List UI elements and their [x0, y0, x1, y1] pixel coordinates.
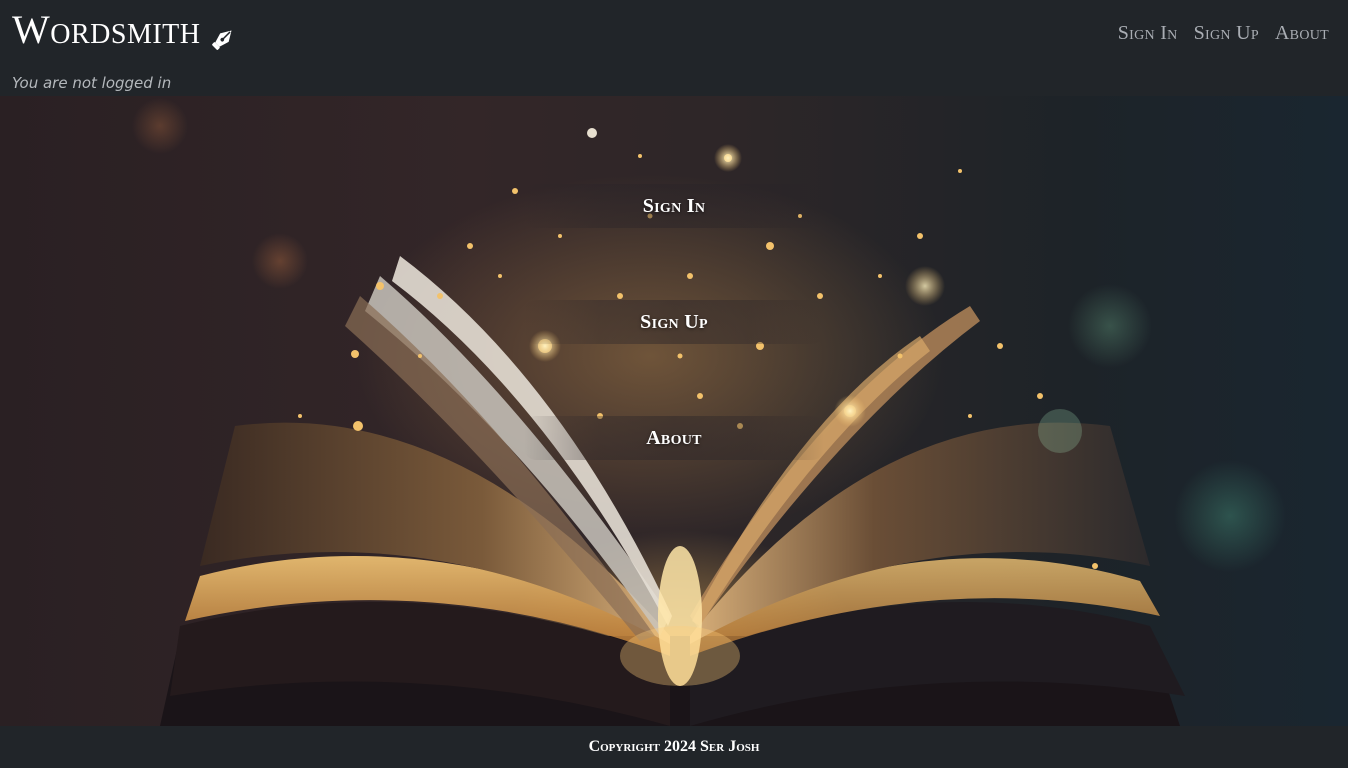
- nav-sign-up-link[interactable]: Sign Up: [1194, 22, 1259, 45]
- hero-sign-in-button[interactable]: Sign In: [524, 184, 824, 228]
- hero-about-button[interactable]: About: [524, 416, 824, 460]
- brand-link[interactable]: Wordsmith: [12, 6, 237, 54]
- login-status: You are not logged in: [12, 74, 172, 92]
- hero-menu: Sign In Sign Up About: [0, 96, 1348, 726]
- nav-links: Sign In Sign Up About: [1118, 22, 1329, 45]
- brand-title: Wordsmith: [12, 7, 201, 52]
- pen-nib-icon: [209, 16, 237, 50]
- copyright-text: Copyright 2024 Ser Josh: [588, 738, 760, 755]
- nav-about-link[interactable]: About: [1275, 22, 1329, 45]
- navbar: Wordsmith Sign In Sign Up About You are …: [0, 0, 1348, 96]
- footer: Copyright 2024 Ser Josh: [0, 726, 1348, 768]
- nav-sign-in-link[interactable]: Sign In: [1118, 22, 1178, 45]
- hero-section: Sign In Sign Up About: [0, 96, 1348, 726]
- hero-sign-up-button[interactable]: Sign Up: [524, 300, 824, 344]
